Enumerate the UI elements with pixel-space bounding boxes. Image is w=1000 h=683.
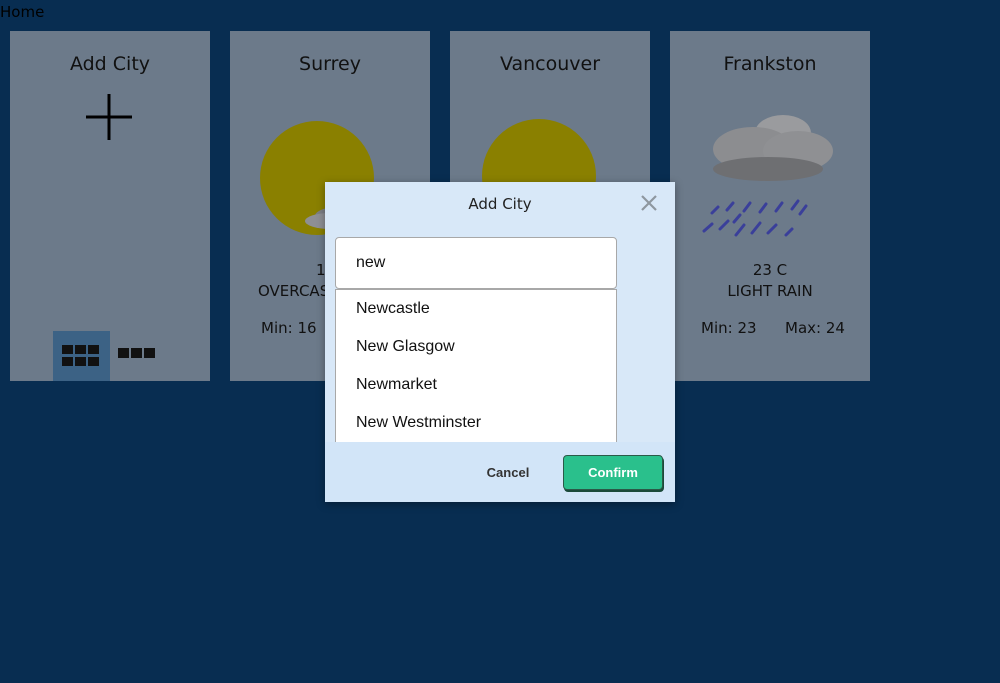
city-suggestions-list: Newcastle New Glasgow Newmarket New West… xyxy=(335,289,617,443)
plus-icon[interactable] xyxy=(86,94,132,140)
cancel-button[interactable]: Cancel xyxy=(473,455,543,489)
confirm-button[interactable]: Confirm xyxy=(563,455,663,490)
city-name: Frankston xyxy=(723,53,817,75)
close-icon[interactable] xyxy=(640,194,658,212)
temperature: 23 C xyxy=(752,261,788,279)
max-temperature: Max: 24 xyxy=(785,319,845,337)
add-city-card[interactable]: Add City xyxy=(10,31,210,381)
add-city-dialog: Add City Newcastle New Glasgow Newmarket… xyxy=(325,182,675,502)
sun-icon xyxy=(482,119,596,188)
grid-view-button[interactable] xyxy=(53,331,110,381)
city-name: Vancouver xyxy=(499,53,601,75)
city-search-input[interactable] xyxy=(335,237,617,289)
suggestion-item[interactable]: New Westminster xyxy=(336,404,616,442)
suggestion-item[interactable]: Newmarket xyxy=(336,366,616,404)
city-card-frankston[interactable]: Frankston 23 C LIGHT RAIN Min: 23 Max: 2… xyxy=(670,31,870,381)
weather-description: OVERCAS xyxy=(258,282,330,300)
city-name: Surrey xyxy=(299,53,361,75)
rain-cloud-icon xyxy=(702,115,833,237)
add-city-title: Add City xyxy=(69,53,151,75)
weather-description: LIGHT RAIN xyxy=(727,282,813,300)
dialog-title: Add City xyxy=(468,195,532,213)
home-link[interactable]: Home xyxy=(0,3,44,21)
list-view-icon[interactable] xyxy=(118,347,158,361)
suggestion-item[interactable]: Newcastle xyxy=(336,290,616,328)
suggestion-item[interactable]: New Glasgow xyxy=(336,328,616,366)
min-temperature: Min: 23 xyxy=(701,319,757,337)
grid-view-icon xyxy=(62,345,99,366)
min-temperature: Min: 16 xyxy=(261,319,317,337)
